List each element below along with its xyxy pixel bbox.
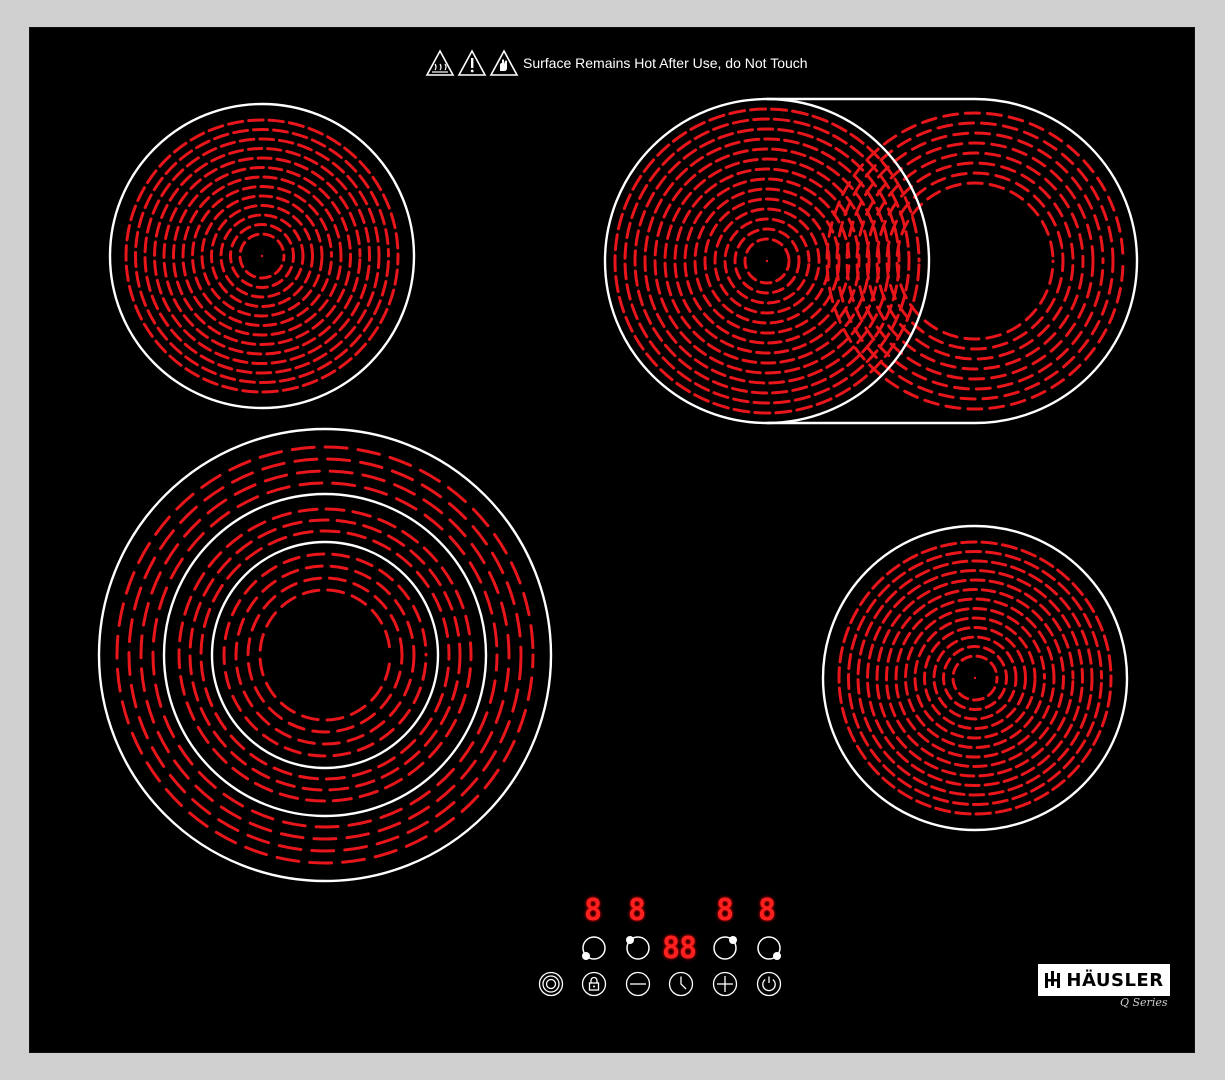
cooking-zones-layer xyxy=(97,97,1139,883)
multi-ring-icon xyxy=(538,971,564,997)
rear-right-oval-zone[interactable] xyxy=(603,97,1139,425)
hot-surface-icon xyxy=(425,49,455,77)
extra-zone-button[interactable] xyxy=(538,971,564,997)
no-touch-icon xyxy=(489,49,519,77)
plus-icon xyxy=(712,971,738,997)
heating-coil xyxy=(234,564,416,746)
minus-button[interactable] xyxy=(625,971,651,997)
zone1-display: 8 xyxy=(584,893,602,928)
heating-coil xyxy=(246,576,404,734)
outer-ring-outline xyxy=(97,427,553,883)
heating-coil xyxy=(875,161,1075,361)
zone-position-front-right-icon xyxy=(757,936,781,960)
zone-select-front-left[interactable] xyxy=(581,935,607,961)
heating-coil xyxy=(855,141,1095,381)
front-right-zone[interactable] xyxy=(821,524,1129,832)
heating-coil xyxy=(845,131,1105,391)
brand-mark-icon xyxy=(1045,971,1061,988)
zone4-display: 8 xyxy=(758,893,776,928)
heating-coil xyxy=(188,518,462,792)
brand-name: HÄUSLER xyxy=(1066,969,1164,991)
zone2-display: 8 xyxy=(628,893,646,928)
heating-coil xyxy=(199,529,451,781)
rear-left-zone[interactable] xyxy=(108,102,416,410)
zone-center-mark xyxy=(765,259,769,263)
warning-text: Surface Remains Hot After Use, do Not To… xyxy=(523,55,808,71)
heating-coil xyxy=(885,171,1065,351)
zone-position-rear-left-icon xyxy=(626,936,650,960)
heating-coil xyxy=(258,588,392,722)
heating-coil xyxy=(825,111,1125,411)
heating-coil xyxy=(151,481,499,829)
minus-icon xyxy=(625,971,651,997)
zone-select-rear-left[interactable] xyxy=(625,935,651,961)
zone3-display: 8 xyxy=(716,893,734,928)
lock-button[interactable] xyxy=(581,971,607,997)
inner-ring-outline xyxy=(210,540,440,770)
zone-select-front-right[interactable] xyxy=(756,935,782,961)
heating-coil xyxy=(127,457,523,853)
hot-surface-warning: Surface Remains Hot After Use, do Not To… xyxy=(425,48,808,78)
power-button[interactable] xyxy=(756,971,782,997)
zone-center-mark xyxy=(973,676,977,680)
zone-center-mark xyxy=(1060,246,1064,250)
timer-button[interactable] xyxy=(668,971,694,997)
zone-position-front-left-icon xyxy=(582,936,606,960)
power-icon xyxy=(756,971,782,997)
zone-position-rear-right-icon xyxy=(713,936,737,960)
heating-coil xyxy=(222,552,428,758)
front-left-triple-zone[interactable] xyxy=(97,427,553,883)
series-label: Q Series xyxy=(1120,996,1168,1009)
clock-icon xyxy=(668,971,694,997)
lock-icon xyxy=(581,971,607,997)
brand-logo: HÄUSLER xyxy=(1038,964,1170,996)
plus-button[interactable] xyxy=(712,971,738,997)
zone-center-mark xyxy=(260,254,264,258)
caution-icon xyxy=(457,49,487,77)
timer-display: 88 xyxy=(662,931,697,966)
heating-coil xyxy=(139,469,511,841)
zone-select-rear-right[interactable] xyxy=(712,935,738,961)
